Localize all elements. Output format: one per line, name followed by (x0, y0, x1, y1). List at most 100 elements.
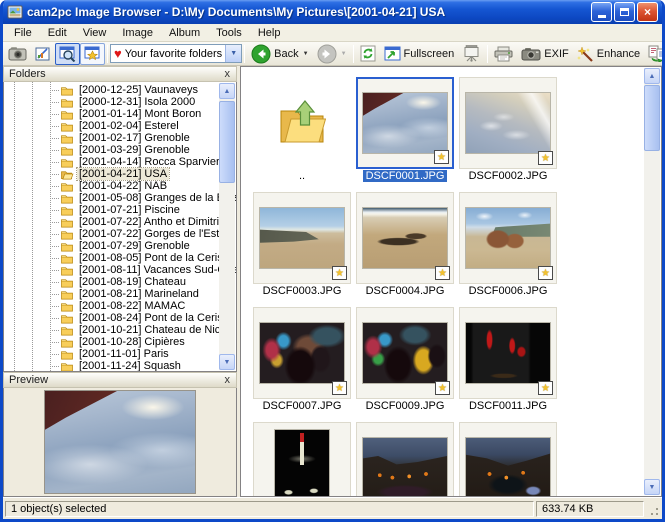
thumbnail-item[interactable]: ★DSCF0002.JPG (459, 77, 557, 184)
folder-item[interactable]: [2001-04-22] NAB (4, 180, 236, 192)
thumbnail-cell[interactable]: ★ (459, 77, 557, 169)
thumbnail-item[interactable]: ★ (459, 422, 557, 497)
folder-item[interactable]: [2001-08-22] MAMAC (4, 300, 236, 312)
thumbnail-item[interactable]: ★DSCF0011.JPG (459, 307, 557, 414)
convert-button[interactable] (644, 43, 662, 65)
acquire-camera-button[interactable] (4, 43, 31, 65)
thumbnail-photo[interactable] (362, 322, 448, 384)
folder-item[interactable]: [2001-11-24] Squash (4, 360, 236, 372)
folder-item[interactable]: [2001-07-22] Gorges de l'Esteron (4, 228, 236, 240)
thumbnail-item[interactable]: ★DSCF0001.JPG (356, 77, 454, 184)
menu-item-file[interactable]: File (6, 26, 40, 40)
preview-close-icon[interactable]: x (224, 375, 232, 386)
folder-item[interactable]: [2001-02-04] Esterel (4, 120, 236, 132)
thumbnail-photo[interactable] (465, 437, 551, 497)
folder-item[interactable]: [2000-12-25] Vaunaveys (4, 84, 236, 96)
menu-item-image[interactable]: Image (114, 26, 161, 40)
folder-item[interactable]: [2001-08-05] Pont de la Cerise (4, 252, 236, 264)
scroll-down-icon[interactable]: ▼ (644, 479, 660, 495)
thumbnail-item[interactable]: ★DSCF0009.JPG (356, 307, 454, 414)
folder-item[interactable]: [2001-08-24] Pont de la Cerise (4, 312, 236, 324)
folder-item[interactable]: [2001-07-21] Piscine (4, 204, 236, 216)
thumbnail-photo[interactable] (465, 322, 551, 384)
parent-folder-item[interactable]: .. (253, 77, 351, 184)
browse-mode-button[interactable] (55, 43, 80, 65)
folder-icon (60, 241, 74, 252)
menu-item-edit[interactable]: Edit (40, 26, 75, 40)
favorites-mode-button[interactable] (80, 43, 105, 65)
thumbnail-item[interactable]: ★DSCF0004.JPG (356, 192, 454, 299)
folder-item[interactable]: [2001-11-01] Paris (4, 348, 236, 360)
menu-item-help[interactable]: Help (250, 26, 289, 40)
folder-tree-scrollbar[interactable]: ▲ ▼ (219, 83, 235, 370)
thumbnail-cell[interactable]: ★ (253, 307, 351, 399)
thumbnail-item[interactable]: ★DSCF0007.JPG (253, 307, 351, 414)
star-icon: ★ (438, 268, 447, 279)
minimize-button[interactable] (591, 2, 612, 22)
thumbnail-item[interactable]: ★DSCF0006.JPG (459, 192, 557, 299)
folder-item[interactable]: [2001-04-21] USA (4, 168, 236, 180)
thumbnail-cell[interactable]: ★ (459, 192, 557, 284)
folder-item[interactable]: [2000-12-31] Isola 2000 (4, 96, 236, 108)
thumbnail-cell[interactable]: ★ (356, 77, 454, 169)
thumbnail-photo[interactable] (259, 322, 345, 384)
maximize-button[interactable] (614, 2, 635, 22)
close-button[interactable]: × (637, 2, 658, 22)
scrollbar-thumb[interactable] (219, 101, 235, 183)
thumbnail-photo[interactable] (362, 207, 448, 269)
folder-item[interactable]: [2001-08-19] Chateau (4, 276, 236, 288)
resize-grip[interactable] (646, 501, 660, 517)
forward-button[interactable]: ▼ (313, 43, 351, 65)
thumbnail-scrollbar[interactable]: ▲ ▼ (644, 68, 660, 495)
thumbnail-photo[interactable] (362, 437, 448, 497)
folder-item[interactable]: [2001-03-29] Grenoble (4, 144, 236, 156)
folder-item[interactable]: [2001-01-14] Mont Boron (4, 108, 236, 120)
scrollbar-thumb[interactable] (644, 85, 660, 151)
thumbnail-cell[interactable]: ★ (356, 192, 454, 284)
back-button[interactable]: Back ▼ (247, 43, 312, 65)
thumbnail-cell[interactable]: ★ (356, 307, 454, 399)
thumbnail-cell[interactable]: ★ (356, 422, 454, 497)
favorite-folders-dropdown[interactable]: ♥ Your favorite folders ▼ (110, 44, 242, 63)
thumbnail-item[interactable]: ★DSCF0003.JPG (253, 192, 351, 299)
fullscreen-button[interactable]: Fullscreen (380, 43, 459, 65)
folder-item-label: [2001-04-21] USA (77, 168, 169, 180)
thumbnail-cell[interactable]: ★ (459, 307, 557, 399)
folder-item[interactable]: [2001-08-11] Vacances Sud-Ouest (4, 264, 236, 276)
menu-item-view[interactable]: View (75, 26, 115, 40)
maximize-icon (620, 8, 629, 16)
folder-item[interactable]: [2001-02-17] Grenoble (4, 132, 236, 144)
folder-item[interactable]: [2001-07-29] Grenoble (4, 240, 236, 252)
thumbnail-photo[interactable] (274, 429, 330, 497)
folder-item[interactable]: [2001-05-08] Granges de la Brasque (4, 192, 236, 204)
scroll-up-icon[interactable]: ▲ (219, 83, 235, 99)
thumbnail-photo[interactable] (465, 207, 551, 269)
thumbnail-photo[interactable] (362, 92, 448, 154)
folder-item[interactable]: [2001-08-21] Marineland (4, 288, 236, 300)
enhance-button[interactable]: Enhance (573, 43, 644, 65)
folder-icon (60, 229, 74, 240)
thumbnail-photo[interactable] (465, 92, 551, 154)
thumbnail-cell[interactable]: ★ (253, 192, 351, 284)
thumbnail-item[interactable]: ★ (356, 422, 454, 497)
folder-item[interactable]: [2001-10-28] Cipières (4, 336, 236, 348)
slideshow-button[interactable] (458, 43, 485, 65)
parent-folder-cell[interactable] (253, 77, 351, 169)
print-button[interactable] (490, 43, 517, 65)
dropdown-arrow-button[interactable]: ▼ (225, 45, 241, 62)
folders-close-icon[interactable]: x (224, 69, 232, 80)
folder-item[interactable]: [2001-07-22] Antho et Dimitri (4, 216, 236, 228)
exif-button[interactable]: EXIF (517, 43, 572, 65)
menu-item-album[interactable]: Album (161, 26, 208, 40)
folder-item[interactable]: [2001-04-14] Rocca Sparviera (4, 156, 236, 168)
menu-item-tools[interactable]: Tools (208, 26, 250, 40)
thumbnail-cell[interactable] (253, 422, 351, 497)
thumbnail-cell[interactable]: ★ (459, 422, 557, 497)
folder-item[interactable]: [2001-10-21] Chateau de Nice (4, 324, 236, 336)
image-adjust-button[interactable] (31, 43, 55, 65)
scroll-down-icon[interactable]: ▼ (219, 354, 235, 370)
scroll-up-icon[interactable]: ▲ (644, 68, 660, 84)
refresh-button[interactable] (356, 43, 380, 65)
thumbnail-item[interactable] (253, 422, 351, 497)
thumbnail-photo[interactable] (259, 207, 345, 269)
